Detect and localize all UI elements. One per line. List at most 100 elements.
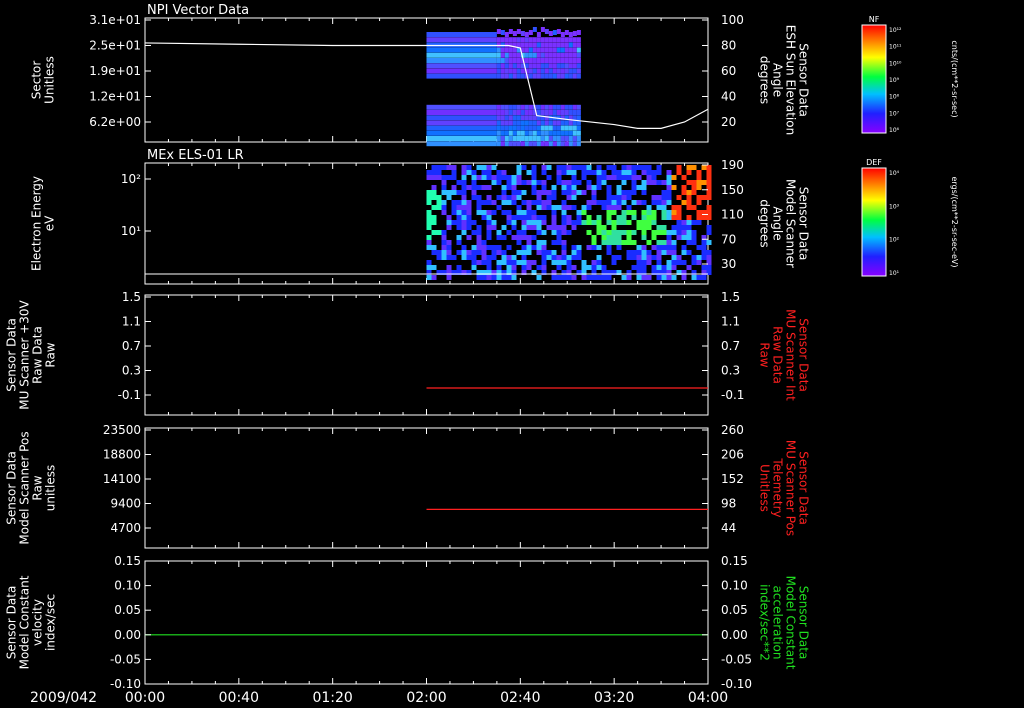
els-spectro-cell <box>636 185 642 190</box>
colorbar-units: cnts/(cm**2-sr-sec) <box>950 40 959 117</box>
els-spectro-cell <box>621 240 627 245</box>
npi-spectro-cell <box>532 141 537 147</box>
els-spectro-cell <box>606 200 612 205</box>
els-spectro-cell <box>566 275 572 280</box>
els-spectro-cell <box>631 230 637 235</box>
npi-spectro-cell <box>544 37 549 43</box>
els-spectro-cell <box>476 205 482 210</box>
right-axis-label-line: Model Scanner <box>784 179 798 268</box>
els-spectro-cell <box>681 200 687 205</box>
right-axis-label-line: degrees <box>758 199 772 247</box>
els-spectro-cell <box>486 265 492 270</box>
left-axis-label-line: Raw <box>31 475 45 500</box>
npi-spectro-cell <box>516 130 521 136</box>
npi-spectro-cell <box>512 31 517 36</box>
els-spectro-cell <box>626 205 632 210</box>
els-spectro-cell <box>441 245 447 250</box>
els-spectro-cell <box>476 250 482 255</box>
els-spectro-cell <box>611 210 617 215</box>
els-spectro-cell <box>616 190 622 195</box>
els-spectro-cell <box>481 240 487 245</box>
els-spectro-cell <box>516 215 522 220</box>
els-spectro-cell <box>656 180 662 185</box>
els-spectro-cell <box>561 230 567 235</box>
els-spectro-cell <box>691 230 697 235</box>
els-spectro-cell <box>641 190 647 195</box>
els-spectro-cell <box>626 175 632 180</box>
els-spectro-cell <box>446 240 452 245</box>
els-spectro-cell <box>671 275 677 280</box>
els-spectro-cell <box>556 205 562 210</box>
els-spectro-cell <box>526 225 532 230</box>
els-spectro-cell <box>536 205 542 210</box>
els-spectro-cell <box>676 260 682 265</box>
npi-spectro-cell <box>524 37 529 43</box>
npi-spectro-cell <box>540 130 545 136</box>
npi-spectro-cell <box>508 130 513 136</box>
npi-spectro-cell <box>572 136 577 141</box>
els-spectro-cell <box>476 240 482 245</box>
right-axis-label-line: Telemetry <box>771 457 785 517</box>
els-spectro-cell <box>641 255 647 260</box>
els-spectro-cell <box>511 260 517 265</box>
els-spectro-cell <box>646 175 652 180</box>
els-spectro-cell <box>636 200 642 205</box>
els-spectro-cell <box>531 185 537 190</box>
npi-spectro-cell <box>500 30 505 35</box>
npi-spectro-cell <box>540 63 545 69</box>
els-spectro-cell <box>686 180 692 185</box>
npi-spectro-cell <box>556 52 561 58</box>
npi-spectro-cell <box>536 42 541 48</box>
left-tick-label: 2.5e+01 <box>89 39 141 53</box>
npi-spectro-cell <box>556 63 561 69</box>
els-spectro-cell <box>661 265 667 270</box>
els-spectro-cell <box>546 195 552 200</box>
els-spectro-cell <box>556 260 562 265</box>
els-spectro-cell <box>451 165 457 170</box>
npi-spectro-cell <box>560 47 565 53</box>
els-spectro-cell <box>506 180 512 185</box>
left-tick-label: -0.10 <box>110 677 141 691</box>
els-spectro-cell <box>456 180 462 185</box>
els-spectro-cell <box>561 185 567 190</box>
els-spectro-cell <box>686 190 692 195</box>
els-spectro-cell <box>511 200 517 205</box>
els-spectro-cell <box>561 180 567 185</box>
els-spectro-cell <box>531 245 537 250</box>
els-spectro-cell <box>566 190 572 195</box>
npi-spectro-band <box>426 110 497 115</box>
els-spectro-cell <box>461 245 467 250</box>
els-spectro-cell <box>516 250 522 255</box>
els-spectro-cell <box>591 170 597 175</box>
els-spectro-cell <box>536 245 542 250</box>
els-spectro-cell <box>471 250 477 255</box>
els-spectro-cell <box>436 165 442 170</box>
npi-spectro-cell <box>564 68 569 74</box>
els-spectro-cell <box>446 245 452 250</box>
els-spectro-cell <box>606 175 612 180</box>
npi-spectro-band <box>426 104 497 110</box>
els-spectro-cell <box>446 195 452 200</box>
npi-spectro-cell <box>496 104 501 110</box>
els-spectro-cell <box>451 190 457 195</box>
els-spectro-cell <box>426 260 432 265</box>
els-spectro-cell <box>461 255 467 260</box>
els-spectro-cell <box>496 250 502 255</box>
els-spectro-cell <box>651 180 657 185</box>
els-spectro-cell <box>641 230 647 235</box>
els-spectro-cell <box>691 260 697 265</box>
npi-spectro-cell <box>508 63 513 69</box>
els-spectro-cell <box>466 250 472 255</box>
npi-spectro-cell <box>568 110 573 115</box>
els-spectro-cell <box>486 195 492 200</box>
els-spectro-cell <box>556 180 562 185</box>
els-spectro-cell <box>581 210 587 215</box>
els-spectro-cell <box>551 240 557 245</box>
left-tick-label: 1.5 <box>122 290 141 304</box>
npi-spectro-cell <box>564 37 569 43</box>
els-spectro-cell <box>641 265 647 270</box>
els-spectro-cell <box>666 215 672 220</box>
els-spectro-cell <box>616 185 622 190</box>
els-spectro-cell <box>561 215 567 220</box>
npi-spectro-cell <box>536 125 541 131</box>
